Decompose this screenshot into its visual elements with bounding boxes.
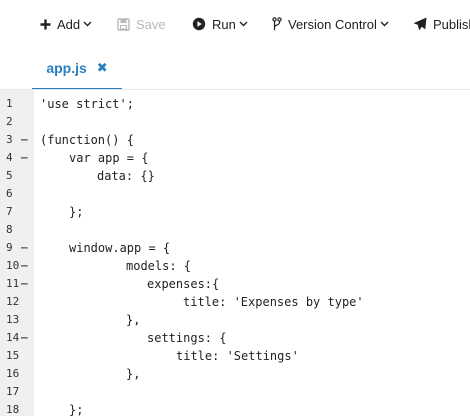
tab-app-js[interactable]: app.js ✖ (32, 48, 122, 90)
line-number: 2 (6, 115, 13, 128)
fold-marker[interactable]: — (21, 329, 28, 347)
code-editor[interactable]: 1 'use strict'; 2 3 — (function() { 4 — … (0, 90, 470, 416)
code-line: 10 — models: { (0, 257, 470, 275)
line-number: 18 (6, 403, 20, 416)
code-line: 7 }; (0, 203, 470, 221)
code-line: 2 (0, 113, 470, 131)
fold-marker[interactable]: — (21, 257, 28, 275)
code-text: 'use strict'; (40, 97, 134, 111)
tab-title: app.js (46, 60, 87, 76)
code-line: 6 (0, 185, 470, 203)
line-number: 11 (6, 277, 20, 290)
code-line: 5 data: {} (0, 167, 470, 185)
fold-marker[interactable]: — (21, 239, 28, 257)
code-line: 13 }, (0, 311, 470, 329)
chevron-down-icon (83, 21, 92, 27)
line-number: 7 (6, 205, 13, 218)
code-line: 4 — var app = { (0, 149, 470, 167)
paper-plane-icon (413, 17, 427, 31)
code-text: expenses:{ (147, 277, 220, 291)
line-number: 9 (6, 241, 13, 254)
code-text: settings: { (147, 331, 227, 345)
close-icon[interactable]: ✖ (97, 60, 108, 76)
version-control-label: Version Control (288, 16, 377, 32)
code-text: }, (126, 367, 141, 381)
line-number: 4 (6, 151, 13, 164)
code-text: title: 'Settings' (176, 349, 299, 363)
version-control-button[interactable]: Version Control (272, 10, 389, 38)
code-line: 17 (0, 383, 470, 401)
play-circle-icon (192, 17, 206, 31)
line-number: 1 (6, 97, 13, 110)
line-number: 12 (6, 295, 20, 308)
run-button[interactable]: Run (192, 10, 248, 38)
fold-marker[interactable]: — (21, 275, 28, 293)
line-number: 8 (6, 223, 13, 236)
publish-label: Publish (433, 16, 470, 32)
code-text: }; (69, 403, 84, 416)
line-number: 10 (6, 259, 20, 272)
code-line: 8 (0, 221, 470, 239)
chevron-down-icon (380, 21, 389, 27)
code-text: var app = { (69, 151, 149, 165)
code-text: data: {} (97, 169, 155, 183)
code-text: (function() { (40, 133, 134, 147)
publish-button[interactable]: Publish (413, 10, 470, 38)
line-number: 17 (6, 385, 20, 398)
code-line: 14 — settings: { (0, 329, 470, 347)
save-button[interactable]: Save (117, 10, 166, 38)
code-text: }, (126, 313, 141, 327)
code-line: 16 }, (0, 365, 470, 383)
branch-icon (272, 17, 282, 31)
line-number: 13 (6, 313, 20, 326)
code-text: }; (69, 205, 84, 219)
plus-icon (40, 19, 51, 30)
code-line: 1 'use strict'; (0, 95, 470, 113)
tab-bar: app.js ✖ (0, 48, 470, 90)
toolbar: Add Save Run Version Control Publis (0, 0, 470, 48)
code-line: 11 — expenses:{ (0, 275, 470, 293)
code-line: 12 title: 'Expenses by type' (0, 293, 470, 311)
fold-marker[interactable]: — (21, 149, 28, 167)
add-label: Add (57, 16, 81, 32)
line-number: 5 (6, 169, 13, 182)
code-text: window.app = { (69, 241, 171, 255)
line-number: 3 (6, 133, 13, 146)
code-line: 15 title: 'Settings' (0, 347, 470, 365)
add-button[interactable]: Add (40, 10, 92, 38)
line-number: 6 (6, 187, 13, 200)
line-number: 15 (6, 349, 20, 362)
line-number: 14 (6, 331, 20, 344)
line-number: 16 (6, 367, 20, 380)
floppy-disk-icon (117, 17, 130, 31)
code-line: 3 — (function() { (0, 131, 470, 149)
run-label: Run (212, 16, 236, 32)
chevron-down-icon (239, 21, 248, 27)
code-text: models: { (126, 259, 192, 273)
code-text: title: 'Expenses by type' (183, 295, 364, 309)
code-line: 9 — window.app = { (0, 239, 470, 257)
code-line: 18 }; (0, 401, 470, 416)
fold-marker[interactable]: — (21, 131, 28, 149)
save-label: Save (136, 16, 166, 32)
